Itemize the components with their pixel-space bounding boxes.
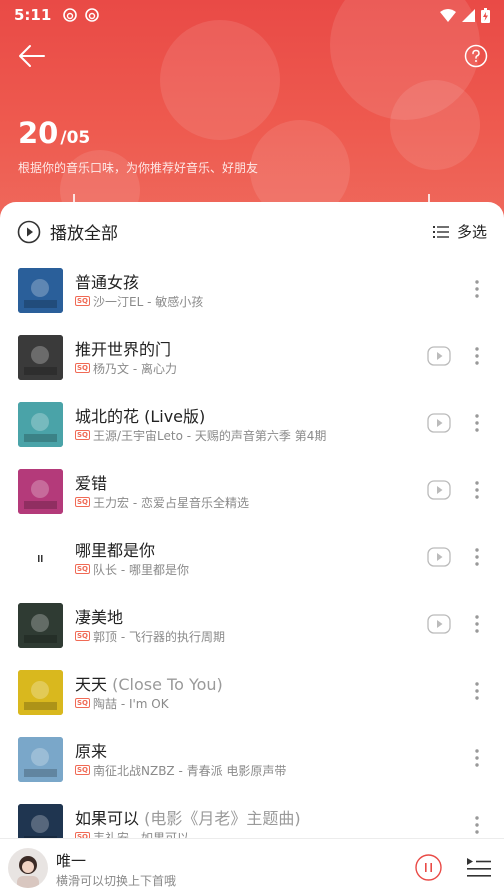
song-meta: 王力宏 - 恋爱占星音乐全精选 — [93, 496, 249, 510]
album-cover — [18, 335, 63, 380]
album-cover — [18, 469, 63, 514]
song-meta: 杨乃文 - 离心力 — [93, 362, 177, 376]
song-row[interactable]: 原来 SQ 南征北战NZBZ - 青春派 电影原声带 — [0, 737, 504, 804]
song-title-text: 哪里都是你 — [75, 541, 156, 560]
song-title: 推开世界的门 — [75, 336, 171, 360]
mv-play-icon[interactable] — [427, 547, 451, 567]
song-meta: 队长 - 哪里都是你 — [93, 563, 189, 577]
song-row[interactable]: 爱错 SQ 王力宏 - 恋爱占星音乐全精选 — [0, 469, 504, 536]
song-title-text: 城北的花 (Live版) — [75, 407, 206, 426]
pause-icon[interactable] — [415, 854, 442, 881]
album-cover — [18, 603, 63, 648]
more-options-icon[interactable] — [470, 478, 484, 502]
date-day: 20 — [18, 116, 59, 150]
multi-select-button[interactable]: 多选 — [432, 221, 487, 242]
mini-player[interactable]: 唯一 横滑可以切换上下首哦 — [0, 838, 504, 896]
more-options-icon[interactable] — [470, 411, 484, 435]
multi-select-label: 多选 — [456, 223, 487, 241]
song-title-text: 如果可以 — [75, 809, 140, 828]
more-options-icon[interactable] — [470, 679, 484, 703]
more-options-icon[interactable] — [470, 344, 484, 368]
help-icon[interactable] — [464, 44, 488, 68]
song-row[interactable]: 天天 (Close To You) SQ 陶喆 - I'm OK — [0, 670, 504, 737]
more-options-icon[interactable] — [470, 813, 484, 837]
song-title: 天天 (Close To You) — [75, 671, 223, 695]
mv-play-icon[interactable] — [427, 480, 451, 500]
more-options-icon[interactable] — [470, 746, 484, 770]
more-options-icon[interactable] — [470, 545, 484, 569]
song-title-suffix: (电影《月老》主题曲) — [139, 809, 301, 828]
netease-music-icon — [85, 8, 100, 22]
album-cover — [18, 402, 63, 447]
wifi-icon — [440, 8, 456, 22]
header-subtitle: 根据你的音乐口味，为你推荐好音乐、好朋友 — [18, 161, 259, 175]
status-bar: 5:11 — [0, 0, 504, 30]
playlist-icon[interactable] — [466, 856, 492, 880]
album-cover — [18, 737, 63, 782]
mv-play-icon[interactable] — [427, 413, 451, 433]
mv-play-icon[interactable] — [427, 614, 451, 634]
sq-badge: SQ — [75, 497, 90, 507]
battery-icon — [481, 7, 490, 23]
album-cover — [18, 536, 63, 581]
sq-badge: SQ — [75, 296, 90, 306]
more-options-icon[interactable] — [470, 612, 484, 636]
song-title-text: 爱错 — [75, 474, 108, 493]
sq-badge: SQ — [75, 631, 90, 641]
song-meta: 郭顶 - 飞行器的执行周期 — [93, 630, 225, 644]
song-meta: 王源/王宇宙Leto - 天赐的声音第六季 第4期 — [93, 429, 327, 443]
song-title: 城北的花 (Live版) — [75, 403, 205, 427]
date-month: /05 — [60, 128, 91, 148]
song-title: 凄美地 — [75, 604, 123, 628]
mv-play-icon[interactable] — [427, 346, 451, 366]
song-title: 普通女孩 — [75, 269, 139, 293]
sq-badge: SQ — [75, 430, 90, 440]
date: 20/05 — [18, 116, 90, 150]
song-title: 爱错 — [75, 470, 107, 494]
song-row[interactable]: 普通女孩 SQ 沙一汀EL - 敏感小孩 — [0, 268, 504, 335]
album-cover — [18, 670, 63, 715]
play-all-button[interactable]: 播放全部 — [17, 219, 118, 244]
song-title-suffix: (Close To You) — [107, 675, 223, 694]
song-title: 哪里都是你 — [75, 537, 155, 561]
now-playing-cover — [8, 848, 48, 888]
signal-icon — [462, 8, 475, 22]
song-meta: 南征北战NZBZ - 青春派 电影原声带 — [93, 764, 287, 778]
back-arrow-icon[interactable] — [16, 42, 48, 70]
song-title-text: 凄美地 — [75, 608, 124, 627]
song-meta: 沙一汀EL - 敏感小孩 — [93, 295, 204, 309]
song-title: 如果可以 (电影《月老》主题曲) — [75, 805, 301, 829]
now-playing-title: 唯一 — [56, 852, 87, 870]
song-title-text: 普通女孩 — [75, 273, 140, 292]
play-circle-icon — [17, 220, 41, 243]
song-meta: 陶喆 - I'm OK — [93, 697, 169, 711]
song-row[interactable]: 推开世界的门 SQ 杨乃文 - 离心力 — [0, 335, 504, 402]
sq-badge: SQ — [75, 363, 90, 373]
song-row[interactable]: 凄美地 SQ 郭顶 - 飞行器的执行周期 — [0, 603, 504, 670]
list-icon — [432, 225, 449, 238]
song-row[interactable]: 城北的花 (Live版) SQ 王源/王宇宙Leto - 天赐的声音第六季 第4期 — [0, 402, 504, 469]
more-options-icon[interactable] — [470, 277, 484, 301]
album-cover — [18, 268, 63, 313]
song-title-text: 原来 — [75, 742, 108, 761]
status-time: 5:11 — [14, 6, 52, 24]
play-all-label: 播放全部 — [50, 224, 118, 244]
netease-music-icon — [63, 8, 78, 22]
sq-badge: SQ — [75, 698, 90, 708]
song-title: 原来 — [75, 738, 107, 762]
song-title-text: 推开世界的门 — [75, 340, 172, 359]
sq-badge: SQ — [75, 765, 90, 775]
sq-badge: SQ — [75, 564, 90, 574]
song-title-text: 天天 — [75, 675, 108, 694]
now-playing-hint: 横滑可以切换上下首哦 — [56, 874, 177, 888]
song-row[interactable]: 哪里都是你 SQ 队长 - 哪里都是你 — [0, 536, 504, 603]
